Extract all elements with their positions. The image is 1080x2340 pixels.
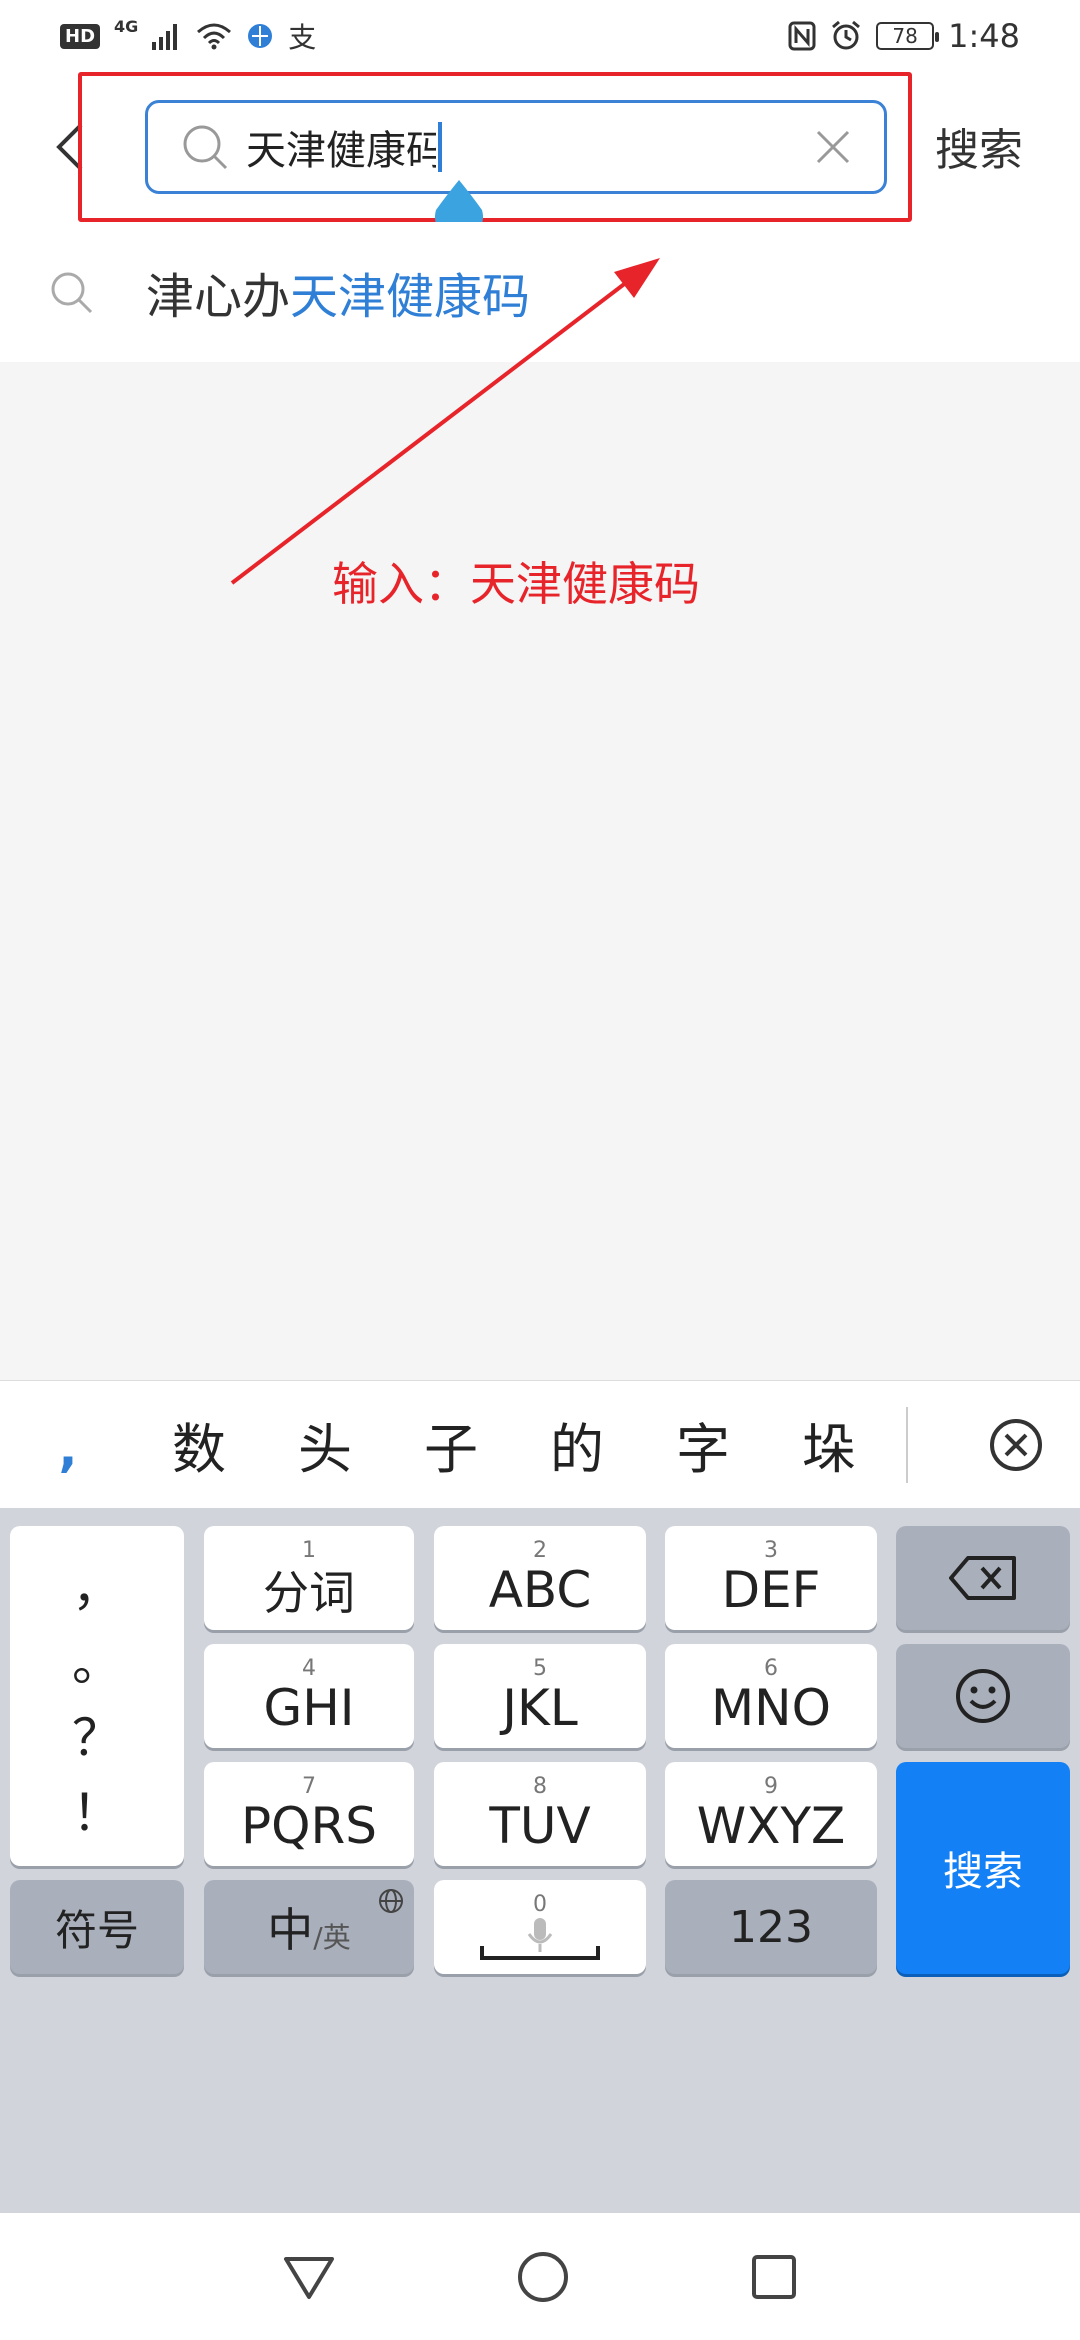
key-7[interactable]: 7 PQRS	[204, 1762, 414, 1866]
key-label: 符号	[54, 1905, 139, 1955]
key-2[interactable]: 2 ABC	[434, 1526, 646, 1630]
alarm-icon	[832, 20, 861, 50]
status-bar: HD 4G 支 78 1:48	[0, 0, 1080, 72]
search-submit-button[interactable]: 搜索	[935, 114, 1023, 178]
key-1[interactable]: 1 分词	[204, 1526, 414, 1630]
punct-key[interactable]: ？	[72, 1698, 122, 1770]
key-label: MNO	[711, 1679, 831, 1737]
candidate-item[interactable]: 子	[388, 1405, 514, 1484]
key-number: 7	[302, 1774, 316, 1799]
key-number: 1	[302, 1538, 316, 1563]
key-label: DEF	[721, 1561, 821, 1619]
key-label: GHI	[263, 1679, 355, 1737]
key-number: 3	[764, 1538, 778, 1563]
symbols-key[interactable]: 符号	[10, 1880, 184, 1974]
lang-main-label: 中	[267, 1903, 314, 1957]
screen: HD 4G 支 78 1:48 天津健康码 搜索 津心办 天津健康码 输入：天津…	[0, 0, 1080, 2340]
emoji-icon	[956, 1669, 1010, 1723]
nav-recents-icon[interactable]	[750, 2253, 798, 2301]
annotation-text: 输入：天津健康码	[332, 557, 700, 611]
candidate-item[interactable]: 垛	[766, 1405, 892, 1484]
key-number: 0	[533, 1892, 547, 1917]
key-8[interactable]: 8 TUV	[434, 1762, 646, 1866]
key-label: 分词	[263, 1566, 355, 1620]
key-label: PQRS	[241, 1797, 377, 1855]
key-5[interactable]: 5 JKL	[434, 1644, 646, 1748]
key-6[interactable]: 6 MNO	[665, 1644, 877, 1748]
backspace-icon	[949, 1556, 1016, 1600]
space-key[interactable]: 0	[434, 1880, 646, 1974]
punctuation-column[interactable]: ， 。 ？ ！	[10, 1526, 184, 1866]
punct-key[interactable]: 。	[72, 1623, 122, 1695]
nav-home-icon[interactable]	[516, 2250, 570, 2304]
key-3[interactable]: 3 DEF	[665, 1526, 877, 1630]
candidate-comma[interactable]: ,	[0, 1420, 136, 1478]
space-bar-icon	[480, 1946, 600, 1960]
key-label: JKL	[502, 1679, 578, 1737]
key-number: 5	[533, 1656, 547, 1681]
ime-keyboard: ， 。 ？ ！ 1 分词 2 ABC 3 DEF 4 GHI 5 JKL 6 M…	[0, 1508, 1080, 2213]
language-switch-key[interactable]: 中 /英	[204, 1880, 414, 1974]
key-number: 4	[302, 1656, 316, 1681]
battery-indicator: 78	[876, 22, 940, 50]
key-number: 9	[764, 1774, 778, 1799]
battery-level: 78	[892, 24, 918, 48]
backspace-key[interactable]	[896, 1526, 1070, 1630]
key-number: 2	[533, 1538, 547, 1563]
globe-icon	[379, 1889, 403, 1913]
key-4[interactable]: 4 GHI	[204, 1644, 414, 1748]
hd-badge: HD	[60, 23, 101, 49]
candidate-item[interactable]: 头	[262, 1405, 388, 1484]
candidate-divider	[906, 1406, 908, 1483]
browser-icon	[248, 24, 273, 48]
network-type: 4G	[114, 16, 139, 36]
annotation-label: 输入：天津健康码	[332, 548, 700, 614]
key-label: 搜索	[943, 1849, 1023, 1895]
suggestion-prefix: 津心办	[146, 269, 291, 325]
clock: 1:48	[948, 17, 1020, 55]
key-9[interactable]: 9 WXYZ	[665, 1762, 877, 1866]
close-circle-icon[interactable]	[986, 1415, 1046, 1475]
key-label: TUV	[489, 1797, 591, 1855]
suggestion-highlight: 天津健康码	[290, 269, 531, 325]
alipay-icon: 支	[288, 21, 317, 54]
punct-key[interactable]: ，	[72, 1548, 122, 1620]
lang-sub-label: /英	[313, 1921, 351, 1954]
punct-key[interactable]: ！	[72, 1773, 122, 1845]
nav-back-icon[interactable]	[282, 2253, 336, 2301]
search-key[interactable]: 搜索	[896, 1762, 1070, 1974]
wifi-icon	[197, 23, 232, 50]
candidate-item[interactable]: 的	[514, 1405, 640, 1484]
key-label: WXYZ	[696, 1797, 846, 1855]
annotation-highlight-frame	[78, 72, 912, 222]
emoji-key[interactable]	[896, 1644, 1070, 1748]
key-number: 6	[764, 1656, 778, 1681]
search-icon	[51, 272, 93, 314]
status-left: HD 4G 支	[60, 16, 316, 56]
numbers-key[interactable]: 123	[665, 1880, 877, 1974]
suggestion-item[interactable]: 津心办 天津健康码	[0, 222, 1080, 362]
candidate-item[interactable]: 数	[136, 1405, 262, 1484]
ime-candidate-bar: , 数 头 子 的 字 垛	[0, 1380, 1080, 1508]
system-nav-bar	[0, 2213, 1080, 2340]
status-right: 78 1:48	[788, 17, 1020, 55]
candidate-item[interactable]: 字	[640, 1405, 766, 1484]
key-label: 123	[729, 1901, 813, 1953]
key-number: 8	[533, 1774, 547, 1799]
nfc-icon	[788, 21, 816, 51]
signal-icon	[152, 24, 178, 50]
key-label: ABC	[488, 1561, 592, 1619]
